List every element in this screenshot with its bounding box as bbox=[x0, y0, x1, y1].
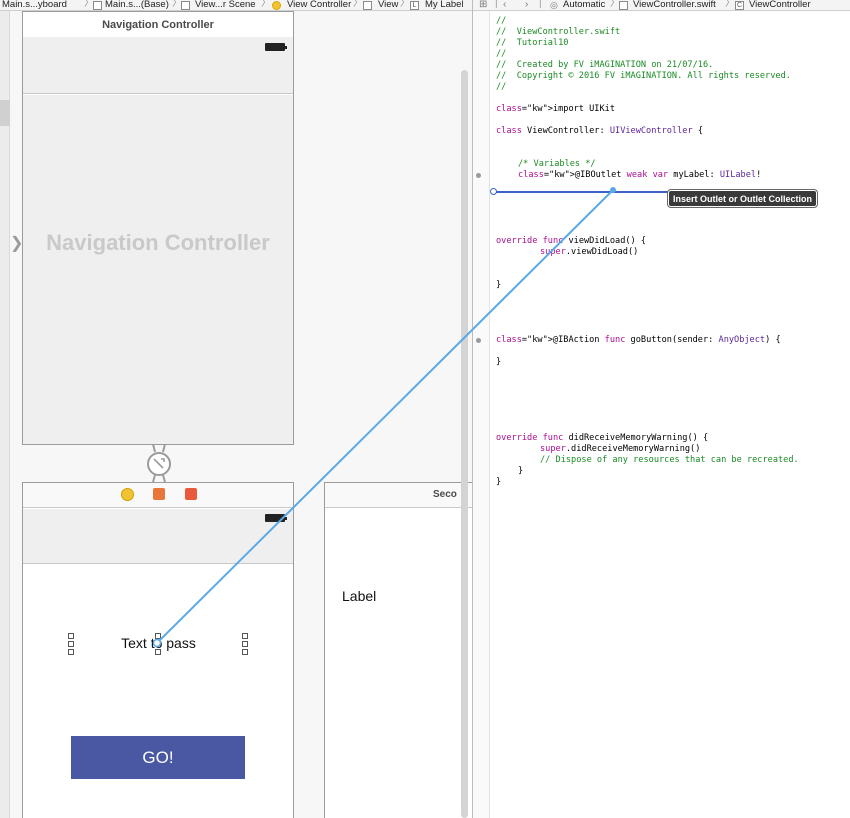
insertion-indicator-line bbox=[493, 191, 669, 193]
scene-title: Seco bbox=[433, 489, 457, 500]
code-line: // bbox=[496, 49, 507, 59]
related-items-icon[interactable]: ⊞ bbox=[479, 0, 487, 10]
code-line: class="kw">@IBOutlet weak var myLabel: U… bbox=[518, 170, 762, 180]
scene-icon bbox=[181, 1, 190, 10]
code-line: } bbox=[496, 280, 502, 290]
navigation-bar bbox=[23, 509, 293, 564]
navigation-controller-body: Navigation Controller bbox=[23, 95, 293, 444]
breadcrumb-view[interactable]: View bbox=[378, 0, 398, 10]
code-line: /* Variables */ bbox=[518, 159, 596, 169]
outline-selection bbox=[0, 100, 10, 126]
code-line: // bbox=[496, 16, 507, 26]
ib-jump-bar: Main.s...yboard 〉 Main.s...(Base) 〉 View… bbox=[0, 0, 472, 11]
outlet-connection-dot-icon[interactable] bbox=[476, 173, 481, 178]
insertion-indicator-knob bbox=[490, 188, 497, 195]
view-controller-dock-icon[interactable] bbox=[121, 488, 134, 501]
code-line: class="kw">import UIKit bbox=[496, 104, 616, 114]
code-line: // ViewController.swift bbox=[496, 27, 621, 37]
initial-controller-arrow-icon: ❯ bbox=[10, 235, 24, 252]
assistant-mode-automatic[interactable]: Automatic bbox=[563, 0, 605, 10]
second-view-controller-scene[interactable]: Seco Label bbox=[324, 482, 472, 818]
code-line: // Created by FV iMAGINATION on 21/07/16… bbox=[496, 60, 714, 70]
view-controller-icon bbox=[272, 1, 281, 10]
code-line: } bbox=[496, 477, 502, 487]
segue-icon[interactable] bbox=[141, 444, 177, 484]
code-line: override func didReceiveMemoryWarning() … bbox=[496, 433, 709, 443]
assistant-mode-icon: ◎ bbox=[550, 0, 558, 10]
exit-icon[interactable] bbox=[185, 488, 197, 500]
go-button[interactable]: GO! bbox=[71, 736, 245, 779]
action-connection-dot-icon[interactable] bbox=[476, 338, 481, 343]
navigation-controller-placeholder: Navigation Controller bbox=[46, 230, 270, 255]
code-line: super.didReceiveMemoryWarning() bbox=[540, 444, 701, 454]
code-line: } bbox=[518, 466, 524, 476]
code-line: class ViewController: UIViewController { bbox=[496, 126, 703, 136]
navigation-controller-scene[interactable]: Navigation Controller Navigation Control… bbox=[22, 11, 294, 445]
scene-title: Navigation Controller bbox=[102, 19, 214, 31]
code-line: // bbox=[496, 82, 507, 92]
scene-dock: Seco bbox=[325, 483, 472, 508]
insert-outlet-tooltip: Insert Outlet or Outlet Collection bbox=[668, 190, 818, 207]
second-label[interactable]: Label bbox=[342, 588, 376, 604]
breadcrumb-class[interactable]: ViewController bbox=[749, 0, 811, 10]
label-icon: L bbox=[410, 1, 419, 10]
breadcrumb-view-controller[interactable]: View Controller bbox=[287, 0, 351, 10]
editor-gutter bbox=[473, 11, 490, 818]
code-line: super.viewDidLoad() bbox=[540, 247, 639, 257]
class-icon: C bbox=[735, 1, 744, 10]
battery-icon bbox=[265, 43, 287, 51]
editor-jump-bar: ⊞ | ‹ › | ◎ Automatic 〉 ViewController.s… bbox=[473, 0, 850, 11]
navigation-bar bbox=[23, 37, 293, 94]
forward-arrow-icon[interactable]: › bbox=[525, 0, 528, 10]
code-line: // Copyright © 2016 FV iMAGINATION. All … bbox=[496, 71, 791, 81]
canvas-vertical-scrollbar[interactable] bbox=[461, 70, 468, 818]
breadcrumb-scene[interactable]: View...r Scene bbox=[195, 0, 256, 10]
code-line: override func viewDidLoad() { bbox=[496, 236, 647, 246]
text-to-pass-label[interactable]: Text to pass bbox=[72, 634, 245, 652]
xcode-window: Main.s...yboard 〉 Main.s...(Base) 〉 View… bbox=[0, 0, 850, 818]
first-responder-icon[interactable] bbox=[153, 488, 165, 500]
breadcrumb-my-label[interactable]: My Label bbox=[425, 0, 464, 10]
swift-file-icon bbox=[619, 1, 628, 10]
breadcrumb-swift-file[interactable]: ViewController.swift bbox=[633, 0, 716, 10]
scene-dock bbox=[23, 483, 293, 508]
document-outline-strip[interactable] bbox=[0, 11, 10, 818]
code-line: // Dispose of any resources that can be … bbox=[540, 455, 799, 465]
back-arrow-icon[interactable]: ‹ bbox=[503, 0, 506, 10]
code-line: class="kw">@IBAction func goButton(sende… bbox=[496, 335, 781, 345]
view-icon bbox=[363, 1, 372, 10]
battery-icon bbox=[265, 514, 287, 522]
breadcrumb-storyboard[interactable]: Main.s...yboard bbox=[2, 0, 67, 10]
code-line: // Tutorial10 bbox=[496, 38, 569, 48]
code-line: } bbox=[496, 357, 502, 367]
breadcrumb-base[interactable]: Main.s...(Base) bbox=[105, 0, 169, 10]
storyboard-file-icon bbox=[93, 1, 102, 10]
